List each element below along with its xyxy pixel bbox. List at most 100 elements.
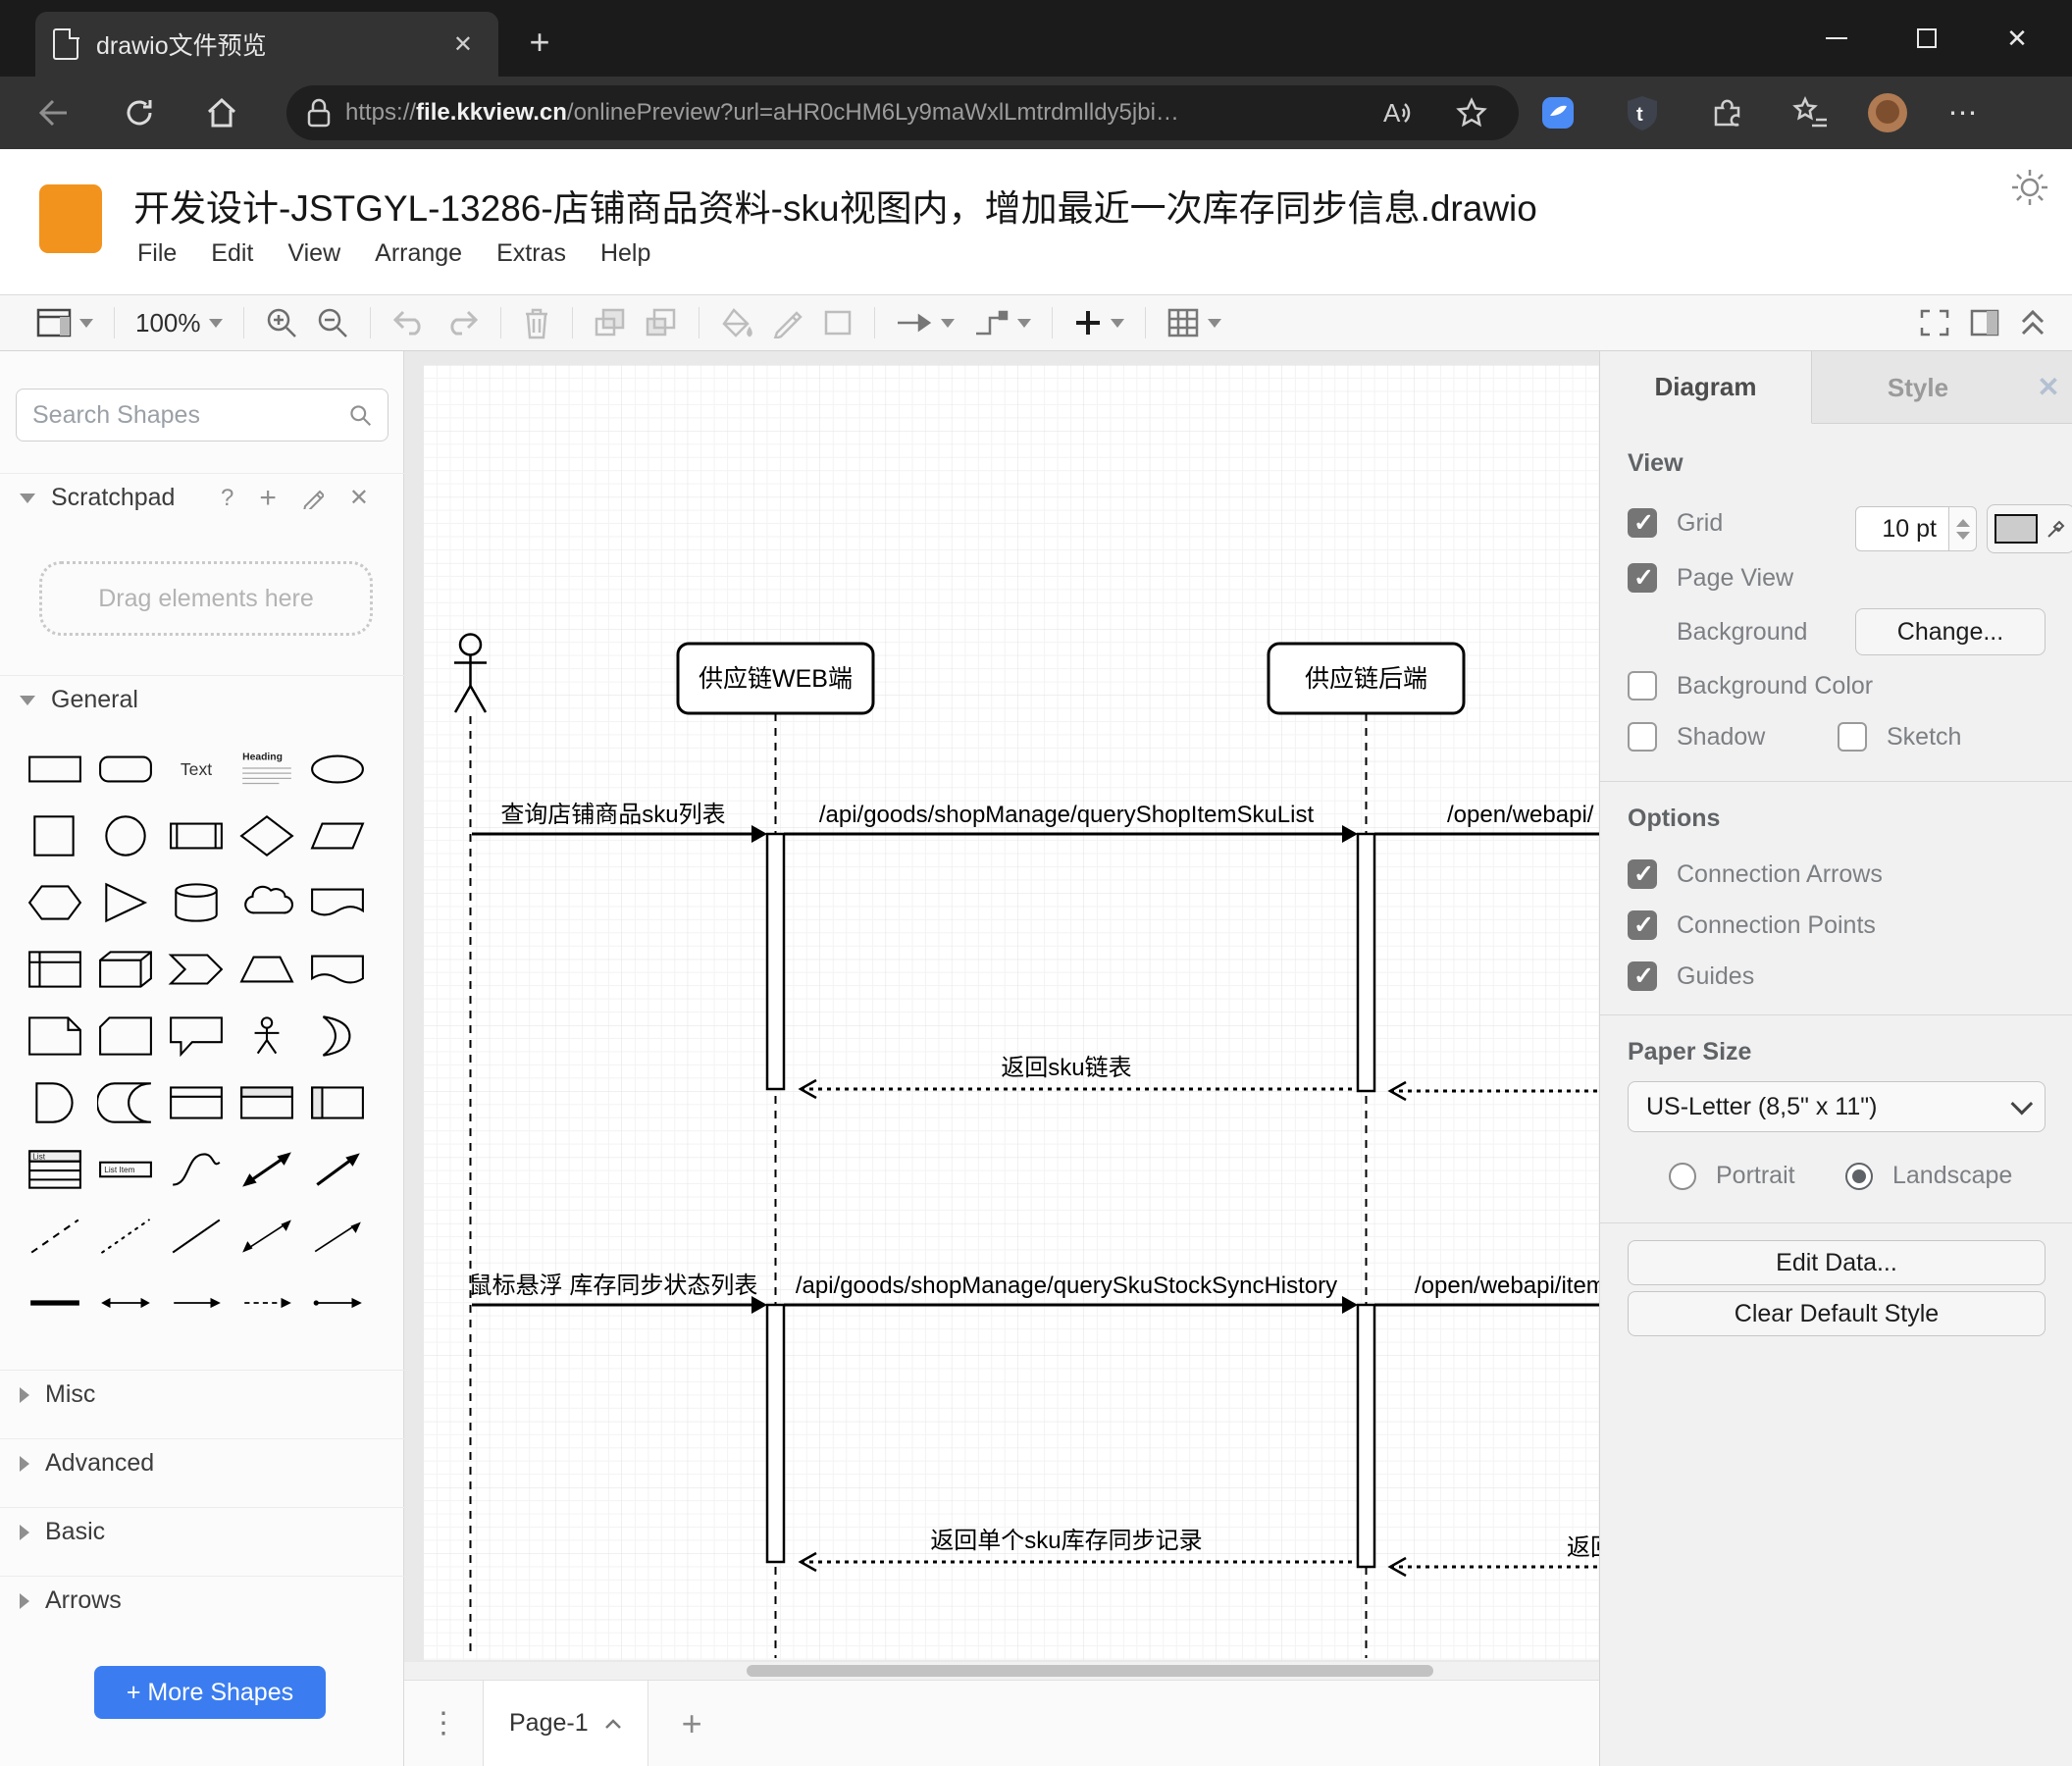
menu-arrange[interactable]: Arrange — [375, 239, 462, 268]
insert-dropdown[interactable] — [1064, 301, 1133, 344]
step-down-icon[interactable] — [1955, 531, 1970, 540]
to-front-button[interactable] — [585, 301, 636, 344]
collapse-toolbar-icon[interactable] — [2009, 301, 2056, 344]
profile-avatar[interactable] — [1868, 93, 1907, 132]
card-shape[interactable] — [90, 1003, 161, 1069]
tab-close-icon[interactable]: ✕ — [445, 26, 481, 63]
change-background-button[interactable]: Change... — [1855, 608, 2046, 655]
scratchpad-section-header[interactable]: Scratchpad ? + ✕ — [0, 473, 404, 522]
maximize-button[interactable] — [1882, 0, 1972, 77]
line-color-button[interactable] — [762, 301, 813, 344]
refresh-icon[interactable] — [112, 85, 167, 140]
rounded-rectangle-shape[interactable] — [90, 736, 161, 803]
backend-activation-1[interactable] — [1356, 832, 1376, 1093]
rectangle-shape[interactable] — [20, 736, 90, 803]
clear-default-style-button[interactable]: Clear Default Style — [1628, 1291, 2046, 1336]
back-icon[interactable] — [26, 85, 80, 140]
guides-checkbox[interactable] — [1628, 961, 1657, 991]
arrow-shape[interactable] — [302, 1136, 373, 1203]
list-item-shape[interactable]: List Item — [90, 1136, 161, 1203]
zoom-level-dropdown[interactable]: 100% — [127, 301, 232, 344]
menu-view[interactable]: View — [287, 239, 340, 268]
page-tab[interactable]: Page-1 — [483, 1680, 648, 1766]
menu-extras[interactable]: Extras — [496, 239, 566, 268]
backend-activation-2[interactable] — [1356, 1303, 1376, 1569]
list-shape[interactable]: List — [20, 1136, 90, 1203]
grid-color-button[interactable] — [1987, 504, 2072, 553]
bidirectional-connector-shape[interactable] — [232, 1203, 302, 1270]
shape-outline-button[interactable] — [813, 301, 862, 344]
sketch-checkbox[interactable] — [1838, 722, 1867, 752]
message-6-label[interactable]: /open/webapi/item — [1415, 1273, 1599, 1299]
add-page-button[interactable]: + — [682, 1703, 702, 1744]
redo-button[interactable] — [436, 301, 489, 344]
scrollbar-thumb[interactable] — [747, 1665, 1433, 1677]
horizontal-scrollbar[interactable] — [404, 1662, 1599, 1680]
to-back-button[interactable] — [636, 301, 687, 344]
return-2b-label[interactable]: 返回 — [1567, 1534, 1599, 1561]
horizontal-double-arrow-shape[interactable] — [90, 1270, 161, 1336]
line-shape[interactable] — [161, 1203, 232, 1270]
tab-diagram[interactable]: Diagram — [1600, 351, 1812, 424]
shield-extension-icon[interactable]: t — [1615, 85, 1670, 140]
step-shape[interactable] — [161, 936, 232, 1003]
message-1-label[interactable]: 查询店铺商品sku列表 — [500, 802, 725, 828]
format-panel-toggle-button[interactable] — [1960, 301, 2009, 344]
landscape-option[interactable]: Landscape — [1845, 1162, 2012, 1190]
dashed-line-shape[interactable] — [20, 1203, 90, 1270]
advanced-section-header[interactable]: Advanced — [0, 1438, 404, 1487]
ellipse-shape[interactable] — [302, 736, 373, 803]
theme-toggle-sun-icon[interactable] — [2009, 167, 2050, 213]
tab-style[interactable]: Style — [1812, 351, 2024, 424]
bookmark-star-icon[interactable] — [1444, 85, 1499, 140]
directional-connector-shape[interactable] — [302, 1203, 373, 1270]
connection-arrows-checkbox[interactable] — [1628, 859, 1657, 889]
portrait-option[interactable]: Portrait — [1669, 1162, 1795, 1190]
minimize-button[interactable] — [1791, 0, 1882, 77]
menu-file[interactable]: File — [137, 239, 177, 268]
basic-section-header[interactable]: Basic — [0, 1507, 404, 1556]
shadow-checkbox[interactable] — [1628, 722, 1657, 752]
background-color-checkbox[interactable] — [1628, 671, 1657, 701]
trapezoid-shape[interactable] — [232, 936, 302, 1003]
cloud-shape[interactable] — [232, 869, 302, 936]
zoom-in-button[interactable] — [256, 301, 307, 344]
return-2-label[interactable]: 返回单个sku库存同步记录 — [930, 1528, 1202, 1554]
scratchpad-close-icon[interactable]: ✕ — [349, 484, 369, 512]
tape-shape[interactable] — [302, 936, 373, 1003]
menu-help[interactable]: Help — [600, 239, 650, 268]
horizontal-container-shape[interactable] — [302, 1069, 373, 1136]
arrows-section-header[interactable]: Arrows — [0, 1576, 404, 1625]
web-activation-2[interactable] — [765, 1303, 786, 1564]
portrait-radio[interactable] — [1669, 1162, 1696, 1190]
dotted-line-shape[interactable] — [90, 1203, 161, 1270]
link-arrow-shape[interactable] — [302, 1270, 373, 1336]
triangle-shape[interactable] — [90, 869, 161, 936]
actor-shape[interactable] — [232, 1003, 302, 1069]
scratchpad-help-icon[interactable]: ? — [221, 485, 233, 512]
message-5-label[interactable]: /api/goods/shopManage/querySkuStockSyncH… — [796, 1273, 1337, 1299]
grid-checkbox[interactable] — [1628, 508, 1657, 538]
data-storage-shape[interactable] — [90, 1069, 161, 1136]
browser-tab[interactable]: drawio文件预览 ✕ — [35, 12, 498, 77]
edit-data-button[interactable]: Edit Data... — [1628, 1240, 2046, 1285]
menu-edit[interactable]: Edit — [211, 239, 253, 268]
read-aloud-icon[interactable]: A — [1372, 85, 1426, 140]
search-icon[interactable] — [348, 401, 372, 429]
close-button[interactable]: ✕ — [1972, 0, 2062, 77]
square-shape[interactable] — [20, 803, 90, 869]
landscape-radio[interactable] — [1845, 1162, 1873, 1190]
page-view-checkbox[interactable] — [1628, 563, 1657, 593]
new-tab-button[interactable]: + — [518, 22, 561, 63]
grid-size-stepper[interactable] — [1949, 506, 1977, 551]
message-4-label[interactable]: 鼠标悬浮 库存同步状态列表 — [469, 1273, 758, 1299]
cylinder-shape[interactable] — [161, 869, 232, 936]
connection-style-dropdown[interactable] — [887, 301, 963, 344]
grid-size-input[interactable]: 10 pt — [1855, 506, 1949, 551]
or-shape[interactable] — [302, 1003, 373, 1069]
curve-shape[interactable] — [161, 1136, 232, 1203]
home-icon[interactable] — [194, 85, 249, 140]
view-layout-button[interactable] — [27, 301, 102, 344]
extensions-puzzle-icon[interactable] — [1699, 85, 1754, 140]
general-section-header[interactable]: General — [0, 675, 404, 724]
